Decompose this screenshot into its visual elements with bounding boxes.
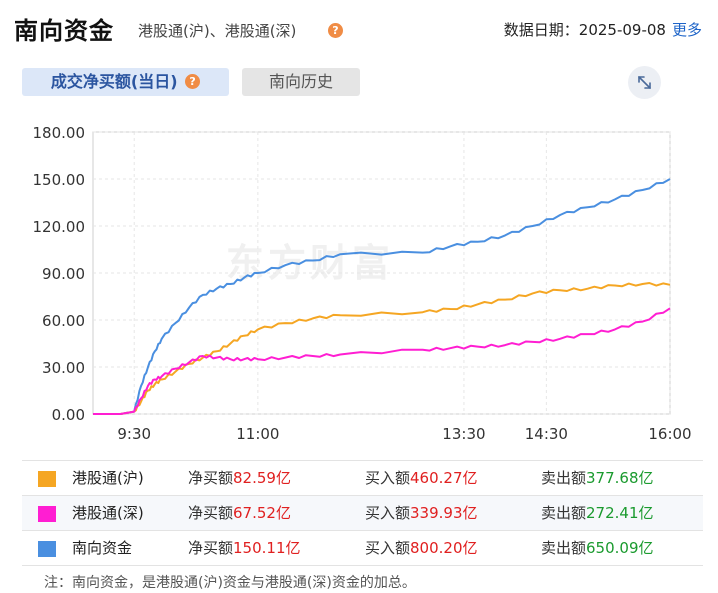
y-tick-label: 120.00 bbox=[33, 218, 86, 236]
help-icon[interactable]: ? bbox=[185, 74, 201, 89]
y-tick-label: 30.00 bbox=[42, 359, 85, 377]
x-tick-label: 11:00 bbox=[236, 425, 279, 443]
sell-value: 650.09亿 bbox=[586, 539, 654, 557]
expand-button[interactable] bbox=[628, 66, 661, 99]
expand-icon bbox=[638, 76, 651, 89]
buy-label: 买入额 bbox=[365, 504, 411, 522]
y-tick-label: 150.00 bbox=[33, 171, 86, 189]
buy-value: 339.93亿 bbox=[410, 504, 478, 522]
net-buy: 净买额150.11亿 bbox=[188, 531, 301, 566]
buy-label: 买入额 bbox=[365, 469, 411, 487]
header: 南向资金 港股通(沪)、港股通(深) ? 数据日期：2025-09-08 更多 bbox=[0, 0, 718, 58]
sell-label: 卖出额 bbox=[541, 539, 587, 557]
legend-row: 港股通(沪) 净买额82.59亿 买入额460.27亿 卖出额377.68亿 bbox=[22, 461, 703, 496]
buy: 买入额800.20亿 bbox=[365, 531, 478, 566]
net-buy-label: 净买额 bbox=[188, 504, 234, 522]
legend-swatch bbox=[38, 471, 56, 487]
buy-value: 460.27亿 bbox=[410, 469, 478, 487]
series-line bbox=[93, 282, 671, 415]
buy-label: 买入额 bbox=[365, 539, 411, 557]
y-tick-label: 90.00 bbox=[42, 265, 85, 283]
series-line bbox=[93, 178, 671, 415]
x-tick-label: 14:30 bbox=[525, 425, 568, 443]
net-buy-value: 67.52亿 bbox=[233, 504, 291, 522]
x-tick-label: 9:30 bbox=[117, 425, 151, 443]
net-buy: 净买额82.59亿 bbox=[188, 461, 291, 496]
page-title: 南向资金 bbox=[14, 17, 114, 45]
legend-row: 港股通(深) 净买额67.52亿 买入额339.93亿 卖出额272.41亿 bbox=[22, 496, 703, 531]
tab-net-buy-today[interactable]: 成交净买额(当日) ? bbox=[22, 68, 229, 96]
line-chart: 0.00 30.00 60.00 90.00 120.00 150.00 180.00 9:3… bbox=[33, 124, 692, 443]
sell: 卖出额650.09亿 bbox=[541, 531, 654, 566]
x-tick-label: 16:00 bbox=[648, 425, 691, 443]
y-tick-label: 0.00 bbox=[52, 406, 85, 424]
legend-row: 南向资金 净买额150.11亿 买入额800.20亿 卖出额650.09亿 bbox=[22, 531, 703, 566]
sell-value: 272.41亿 bbox=[586, 504, 654, 522]
net-buy: 净买额67.52亿 bbox=[188, 496, 291, 531]
legend-table: 港股通(沪) 净买额82.59亿 买入额460.27亿 卖出额377.68亿 港… bbox=[22, 460, 703, 566]
date-value: 2025-09-08 bbox=[578, 21, 666, 39]
sell-label: 卖出额 bbox=[541, 504, 587, 522]
legend-swatch bbox=[38, 506, 56, 522]
net-buy-value: 150.11亿 bbox=[233, 539, 301, 557]
x-tick-label: 13:30 bbox=[442, 425, 485, 443]
series-line bbox=[93, 307, 671, 415]
buy: 买入额460.27亿 bbox=[365, 461, 478, 496]
sell: 卖出额272.41亿 bbox=[541, 496, 654, 531]
legend-swatch bbox=[38, 541, 56, 557]
help-icon[interactable]: ? bbox=[328, 23, 343, 38]
net-buy-label: 净买额 bbox=[188, 469, 234, 487]
net-buy-value: 82.59亿 bbox=[233, 469, 291, 487]
tab-label: 成交净买额(当日) bbox=[50, 72, 178, 91]
legend-name: 南向资金 bbox=[72, 539, 133, 557]
y-tick-label: 60.00 bbox=[42, 312, 85, 330]
buy-value: 800.20亿 bbox=[410, 539, 478, 557]
net-buy-label: 净买额 bbox=[188, 539, 234, 557]
tab-label: 南向历史 bbox=[268, 72, 333, 91]
tab-southbound-history[interactable]: 南向历史 bbox=[242, 68, 360, 96]
page-subtitle: 港股通(沪)、港股通(深) bbox=[138, 22, 297, 40]
more-link[interactable]: 更多 bbox=[672, 21, 702, 39]
footnote: 注：南向资金，是港股通(沪)资金与港股通(深)资金的加总。 bbox=[44, 575, 416, 591]
sell-value: 377.68亿 bbox=[586, 469, 654, 487]
y-tick-label: 180.00 bbox=[33, 124, 86, 142]
date-label: 数据日期： bbox=[503, 21, 579, 39]
legend-name: 港股通(深) bbox=[72, 504, 144, 522]
date-info: 数据日期：2025-09-08 更多 bbox=[504, 19, 702, 40]
sell: 卖出额377.68亿 bbox=[541, 461, 654, 496]
buy: 买入额339.93亿 bbox=[365, 496, 478, 531]
legend-name: 港股通(沪) bbox=[72, 469, 144, 487]
sell-label: 卖出额 bbox=[541, 469, 587, 487]
